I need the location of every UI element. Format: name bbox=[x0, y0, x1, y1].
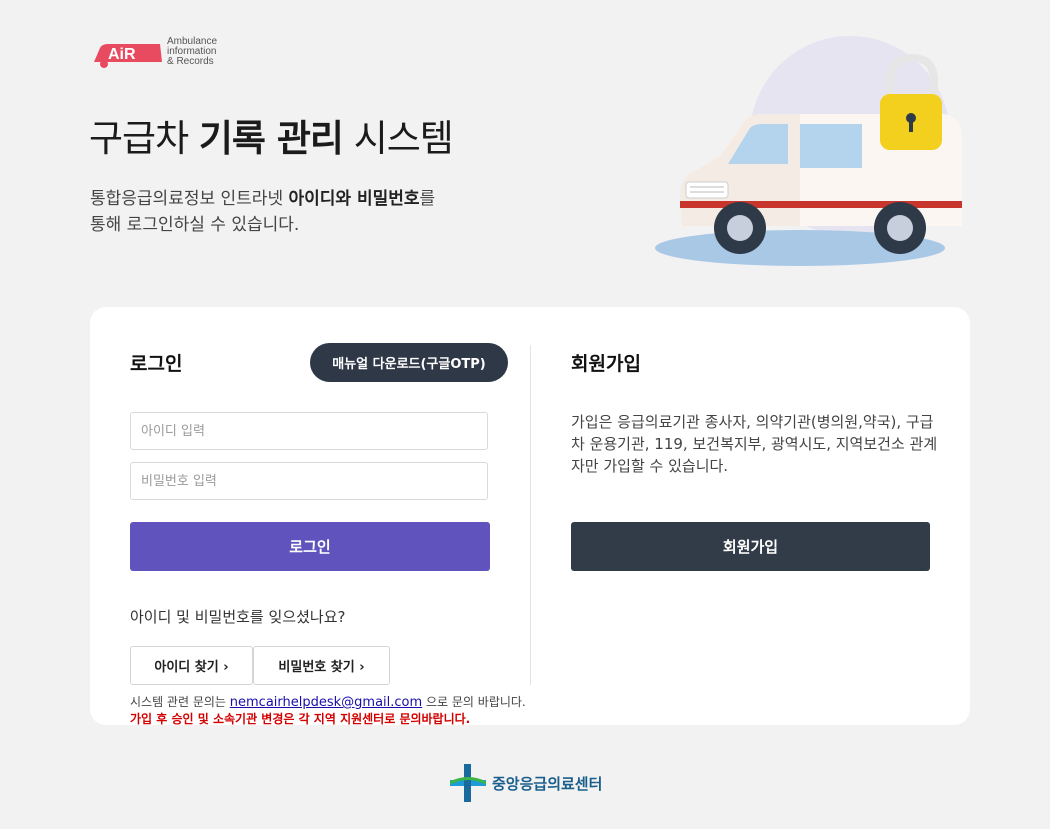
desc-part-2: 를 bbox=[419, 189, 436, 209]
title-bold: 기록 관리 bbox=[198, 117, 344, 160]
forgot-credentials-text: 아이디 및 비밀번호를 잊으셨나요? bbox=[130, 608, 346, 626]
contact-prefix: 시스템 관련 문의는 bbox=[130, 695, 230, 709]
desc-line-2: 통해 로그인하실 수 있습니다. bbox=[90, 215, 300, 235]
nemc-emblem-icon bbox=[450, 764, 486, 802]
desc-part-1: 통합응급의료정보 인트라넷 bbox=[90, 189, 289, 209]
nemc-logo: 중앙응급의료센터 bbox=[450, 764, 602, 802]
helpdesk-email-link[interactable]: nemcairhelpdesk@gmail.com bbox=[230, 695, 422, 710]
approval-warning: 가입 후 승인 및 소속기관 변경은 각 지역 지원센터로 문의바랍니다. bbox=[130, 712, 471, 726]
page-description: 통합응급의료정보 인트라넷 아이디와 비밀번호를 통해 로그인하실 수 있습니다… bbox=[90, 186, 510, 238]
id-input[interactable] bbox=[130, 412, 488, 450]
signup-button[interactable]: 회원가입 bbox=[571, 522, 930, 571]
password-input[interactable] bbox=[130, 462, 488, 500]
logo-subtitle: Ambulance information & Records bbox=[167, 37, 217, 67]
logo-text: AiR bbox=[108, 46, 136, 63]
manual-download-button[interactable]: 매뉴얼 다운로드(구글OTP) bbox=[310, 343, 508, 382]
card-divider bbox=[530, 345, 531, 685]
nemc-name: 중앙응급의료센터 bbox=[492, 774, 603, 793]
login-card: 로그인 매뉴얼 다운로드(구글OTP) 로그인 아이디 및 비밀번호를 잊으셨나… bbox=[90, 307, 970, 726]
desc-bold: 아이디와 비밀번호 bbox=[288, 189, 420, 209]
find-id-button[interactable]: 아이디 찾기 › bbox=[130, 646, 253, 685]
page-title: 구급차 기록 관리 시스템 bbox=[89, 108, 454, 162]
signup-description: 가입은 응급의료기관 종사자, 의약기관(병의원,약국), 구급차 운용기관, … bbox=[571, 413, 938, 475]
title-part-2: 시스템 bbox=[342, 117, 454, 160]
title-part-1: 구급차 bbox=[89, 117, 199, 160]
contact-info: 시스템 관련 문의는 nemcairhelpdesk@gmail.com 으로 … bbox=[130, 693, 526, 710]
find-password-button[interactable]: 비밀번호 찾기 › bbox=[253, 646, 390, 685]
logo-line-3: & Records bbox=[167, 56, 214, 67]
signup-heading: 회원가입 bbox=[571, 353, 641, 375]
login-button[interactable]: 로그인 bbox=[130, 522, 490, 571]
air-logo: AiR bbox=[94, 44, 162, 68]
contact-suffix: 으로 문의 바랍니다. bbox=[422, 695, 526, 709]
login-heading: 로그인 bbox=[130, 353, 183, 375]
ambulance-illustration bbox=[655, 36, 962, 266]
